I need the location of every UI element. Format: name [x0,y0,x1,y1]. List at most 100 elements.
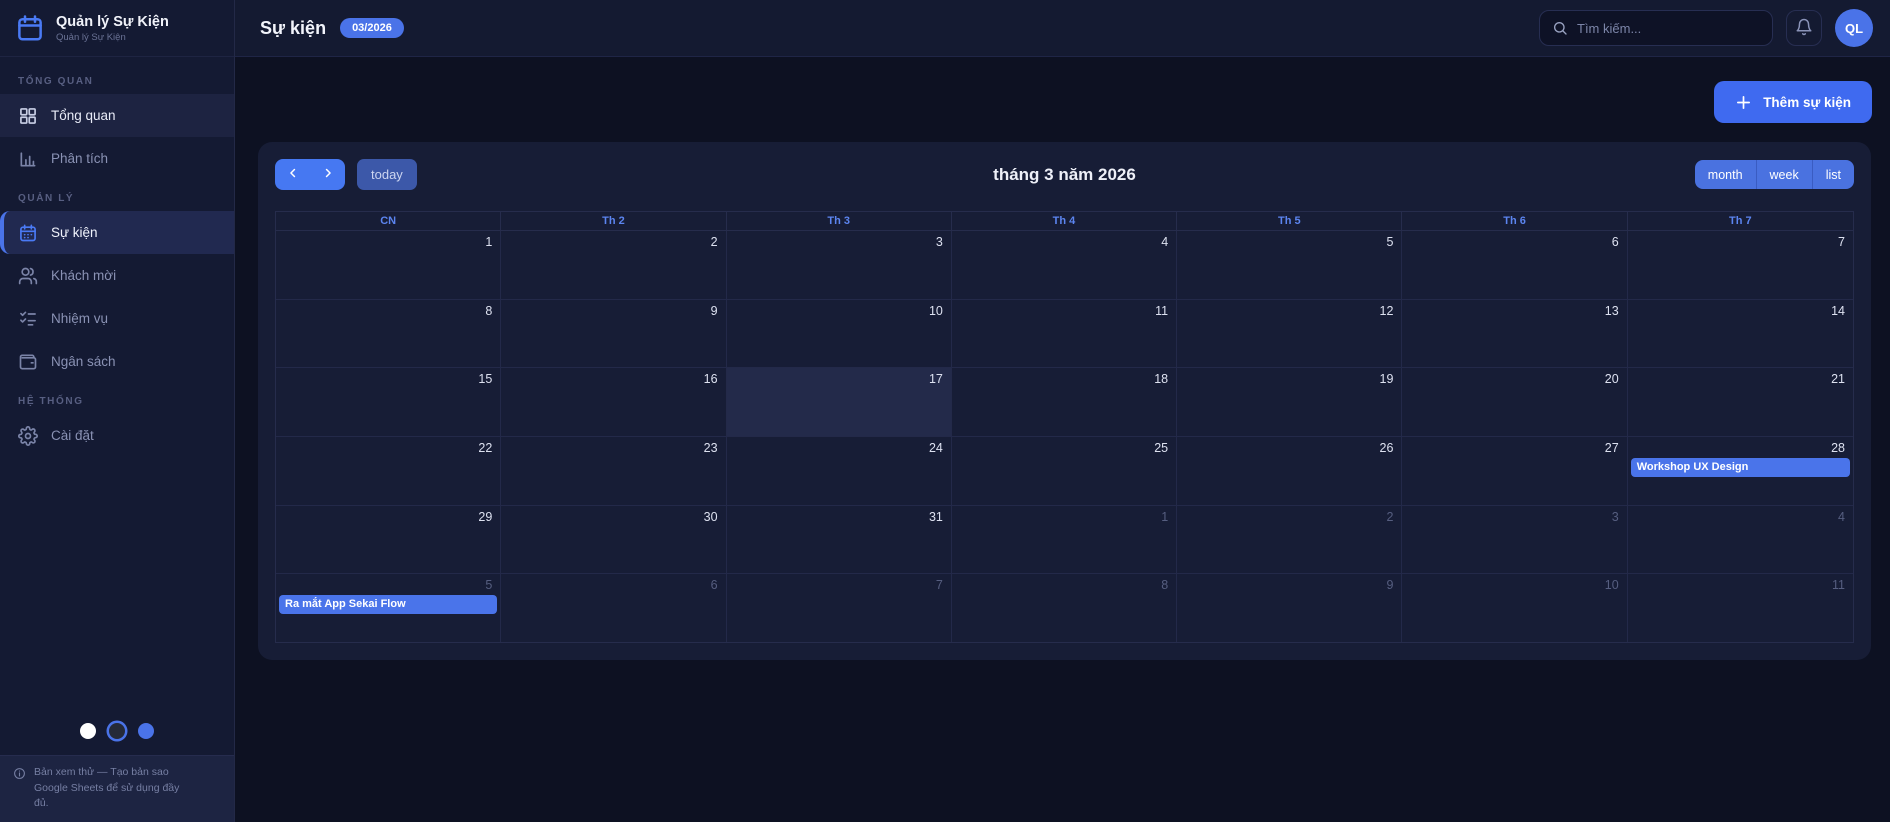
next-month-button[interactable] [310,159,345,190]
calendar-day-cell[interactable]: 26 [1177,437,1403,505]
event-chip[interactable]: Ra mắt App Sekai Flow [279,595,498,615]
day-number: 5 [1386,235,1394,249]
view-list-button[interactable]: list [1811,160,1854,189]
calendar-day-cell[interactable]: 1 [952,505,1178,574]
sidebar-item-label: Phân tích [51,151,109,166]
calendar-day-cell[interactable]: 3 [1402,505,1628,574]
calendar-day-cell[interactable]: 2 [501,231,727,299]
calendar-day-cell[interactable]: 1 [276,231,502,299]
calendar-day-cell[interactable]: 20 [1402,368,1628,437]
calendar-grid: CN Th 2 Th 3 Th 4 Th 5 Th 6 Th 7 1 2 3 4 5 6 7 8 9 10 11… [275,211,1854,643]
calendar-day-cell[interactable]: 12 [1177,299,1403,368]
day-number: 10 [1604,578,1619,593]
sidebar-item-nhiem-vu[interactable]: Nhiệm vụ [0,297,234,340]
sidebar-item-cai-at[interactable]: Cài đặt [0,414,234,457]
day-header: Th 4 [952,212,1178,230]
calendar-day-cell[interactable]: 11 [952,299,1178,368]
day-number: 13 [1604,303,1619,318]
event-chip[interactable]: Workshop UX Design [1630,458,1850,478]
calendar-day-cell[interactable]: 15 [276,368,502,437]
sidebar-item-ngan-sach[interactable]: Ngân sách [0,340,234,383]
view-week-button[interactable]: week [1755,160,1812,189]
view-month-button[interactable]: month [1694,160,1756,189]
day-number: 7 [1838,235,1845,249]
calendar-day-cell[interactable]: 17 [726,368,952,437]
add-event-button[interactable]: Thêm sự kiện [1714,81,1872,123]
calendar-day-cell[interactable]: 19 [1177,368,1403,437]
calendar-day-cell[interactable]: 31 [727,505,952,574]
theme-dot-light[interactable] [80,723,96,740]
day-header: Th 7 [1729,215,1752,227]
calendar-day-cell[interactable]: 5 Ra mắt App Sekai Flow [276,574,502,643]
calendar-day-cell[interactable]: 10 [1402,574,1628,643]
calendar-week-row: 1 2 3 4 5 6 7 [276,231,1853,300]
calendar-day-cell[interactable]: 8 [276,299,502,368]
calendar-day-cell[interactable]: 7 [1628,231,1853,299]
calendar-day-cell[interactable]: 7 [727,574,952,643]
day-number: 7 [935,578,943,593]
calendar-week-row: 15 16 17 18 19 20 21 [276,368,1853,438]
sidebar-item-tong-quan[interactable]: Tổng quan [0,94,234,137]
calendar-day-cell[interactable]: 14 [1628,300,1853,368]
theme-dot-blue[interactable] [138,723,154,740]
page-title: Sự kiện [260,17,327,38]
day-number: 8 [485,303,493,318]
theme-dot-dark[interactable] [109,723,125,740]
calendar-day-cell[interactable]: 27 [1402,437,1628,505]
calendar-day-cell[interactable]: 5 [1177,231,1403,299]
calendar-week-row: 8 9 10 11 12 13 14 [276,299,1853,369]
calendar-day-cell[interactable]: 21 [1628,368,1853,436]
calendar-day-cell[interactable]: 23 [501,437,727,505]
calendar-day-cell[interactable]: 4 [952,231,1178,299]
day-number: 21 [1831,372,1845,387]
sidebar-item-phan-tich[interactable]: Phân tích [0,137,234,180]
calendar-day-cell[interactable]: 6 [501,574,727,643]
calendar-day-cell[interactable]: 2 [1177,505,1403,574]
avatar[interactable]: QL [1835,9,1873,47]
calendar-day-cell[interactable]: 25 [952,437,1178,505]
calendar-day-cell[interactable]: 13 [1402,299,1628,368]
calendar-day-cell[interactable]: 8 [952,574,1178,643]
day-number: 9 [710,303,718,318]
sidebar-section-label: QUẢN LÝ [18,193,75,204]
calendar-toolbar: tháng 3 năm 2026 today month week list [275,159,1854,190]
preview-notice: Bản xem thử — Tạo bản sao Google Sheets … [34,766,180,809]
day-header: Th 2 [501,212,727,230]
today-button[interactable]: today [357,159,417,190]
calendar-day-cell[interactable]: 6 [1402,231,1628,299]
day-number: 6 [710,578,718,593]
calendar-day-cell[interactable]: 29 [276,505,502,574]
main-content: Thêm sự kiện tháng 3 năm 2026 today mont… [235,57,1890,822]
sidebar-section-label: HỆ THỐNG [18,396,84,407]
search-box[interactable] [1539,10,1773,46]
topbar-actions: QL [1539,9,1873,47]
calendar-day-cell[interactable]: 4 [1628,506,1853,574]
day-number: 23 [703,441,718,456]
calendar-day-cell[interactable]: 16 [501,368,727,437]
day-number: 2 [710,235,718,249]
calendar-day-cell[interactable]: 9 [501,299,727,368]
day-header: CN [276,212,502,230]
notifications-button[interactable] [1786,10,1822,46]
calendar-day-cell[interactable]: 3 [727,231,952,299]
day-number: 15 [478,372,493,387]
calendar-day-cell[interactable]: 22 [276,437,502,505]
chevron-left-icon [286,166,300,183]
sidebar-item-khach-moi[interactable]: Khách mời [0,254,234,297]
calendar-day-cell[interactable]: 9 [1177,574,1403,643]
day-number: 11 [1155,303,1169,318]
calendar-day-cell[interactable]: 24 [727,437,952,505]
prev-month-button[interactable] [275,159,310,190]
day-number: 22 [478,441,493,456]
calendar-day-cell[interactable]: 30 [501,505,727,574]
day-number: 5 [485,578,493,593]
sidebar-nav: TỔNG QUAN Tổng quan Phân tích QUẢN LÝ Sự kiệ… [0,57,234,709]
month-badge: 03/2026 [340,18,404,38]
calendar-day-cell[interactable]: 28 Workshop UX Design [1628,437,1853,505]
search-input[interactable] [1577,20,1760,36]
calendar-day-cell[interactable]: 18 [952,368,1178,437]
calendar-day-cell[interactable]: 10 [727,299,952,368]
sidebar-item-su-kien[interactable]: Sự kiện [0,211,234,254]
guests-icon [18,266,38,286]
calendar-day-cell[interactable]: 11 [1628,574,1853,642]
